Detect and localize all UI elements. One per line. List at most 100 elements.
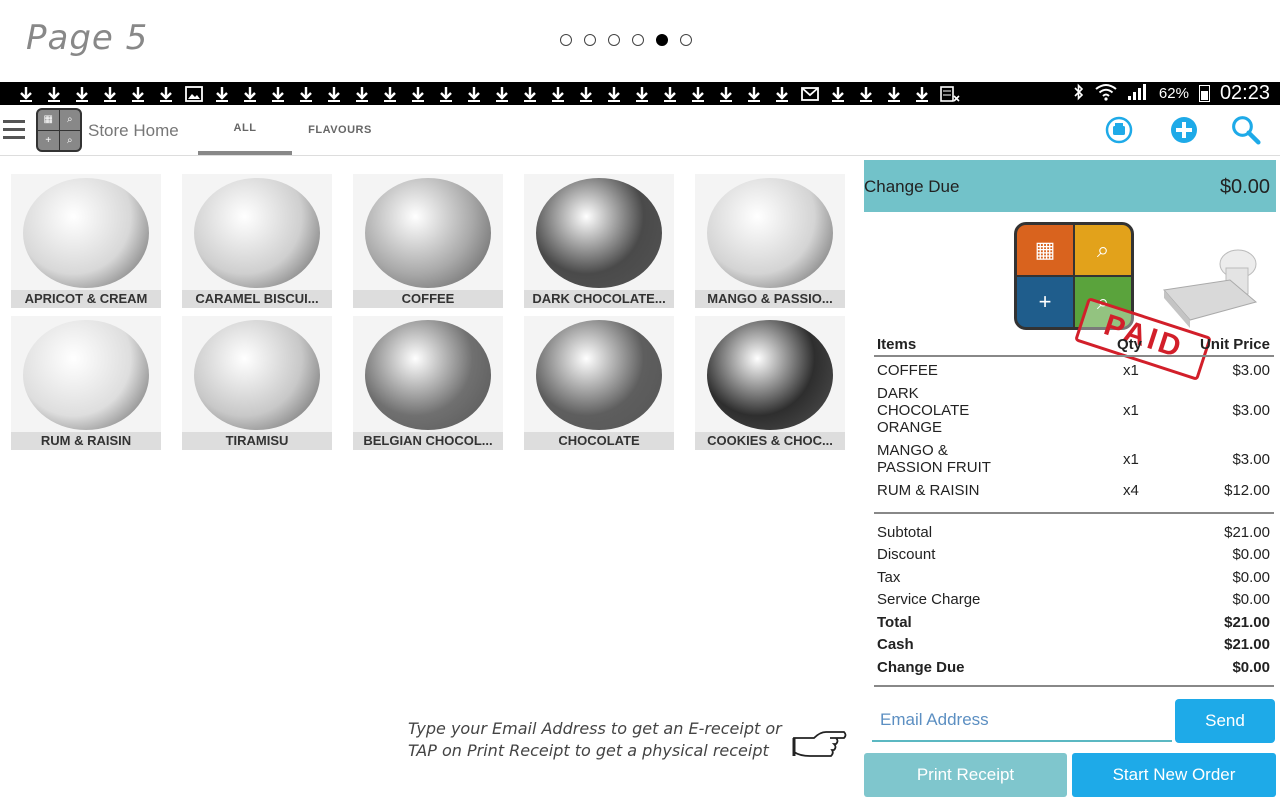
product-tile[interactable]: CARAMEL BISCUI... (182, 174, 332, 308)
item-qty: x1 (1123, 450, 1139, 468)
summary-row: Subtotal $21.00 (874, 521, 1274, 544)
download-icon (96, 82, 124, 105)
download-icon (40, 82, 68, 105)
download-icon (292, 82, 320, 105)
ice-cream-image (536, 320, 662, 430)
receipt-line-item: COFFEE x1 $3.00 (874, 359, 1274, 382)
summary-row: Service Charge $0.00 (874, 589, 1274, 612)
summary-value: $0.00 (1232, 568, 1270, 586)
rubber-stamp-icon (1160, 240, 1270, 330)
download-icon (432, 82, 460, 105)
product-tile[interactable]: DARK CHOCOLATE... (524, 174, 674, 308)
tab-all[interactable]: ALL (198, 105, 292, 155)
email-input[interactable] (872, 700, 1172, 742)
clock: 02:23 (1219, 82, 1270, 104)
calculator-icon: ▦ (38, 110, 59, 130)
download-icon (740, 82, 768, 105)
summary-label: Tax (877, 568, 901, 586)
page-dot[interactable] (560, 34, 572, 46)
ice-cream-image (365, 178, 491, 288)
change-due-label: Change Due (864, 177, 960, 196)
page-dot[interactable] (680, 34, 692, 46)
product-label: RUM & RAISIN (11, 432, 161, 450)
ice-cream-image (194, 320, 320, 430)
item-qty: x1 (1123, 362, 1139, 379)
summary-row: Total $21.00 (874, 611, 1274, 634)
summary-value: $0.00 (1232, 591, 1270, 609)
download-icon (600, 82, 628, 105)
gmail-icon (796, 82, 824, 105)
app-logo[interactable]: ▦ ⌕ + ⌕ (36, 108, 82, 152)
register-icon[interactable] (1104, 115, 1134, 145)
receipt-header: Items Qty Unit Price (874, 330, 1274, 357)
download-icon (124, 82, 152, 105)
item-price: $3.00 (1232, 450, 1270, 468)
product-tile[interactable]: TIRAMISU (182, 316, 332, 450)
page-dot[interactable] (656, 34, 668, 46)
download-icon (880, 82, 908, 105)
product-tile[interactable]: COOKIES & CHOC... (695, 316, 845, 450)
summary-row: Change Due $0.00 (874, 656, 1274, 679)
start-new-order-button[interactable]: Start New Order (1072, 753, 1276, 797)
download-icon (852, 82, 880, 105)
page-title: Page 5 (26, 18, 149, 58)
app-bar: ▦ ⌕ + ⌕ Store Home ALL FLAVOURS (0, 105, 1280, 156)
item-price: $12.00 (1224, 482, 1270, 499)
menu-icon[interactable] (3, 120, 25, 144)
download-icon (404, 82, 432, 105)
page-dot[interactable] (584, 34, 596, 46)
page-dot[interactable] (632, 34, 644, 46)
change-due-value: $0.00 (1219, 176, 1270, 198)
report-icon: ⌕ (1075, 225, 1131, 275)
print-receipt-button[interactable]: Print Receipt (864, 753, 1067, 797)
receipt: Items Qty Unit Price COFFEE x1 $3.00 DARK C… (874, 330, 1274, 687)
add-icon[interactable] (1169, 115, 1199, 145)
product-tile[interactable]: MANGO & PASSIO... (695, 174, 845, 308)
image-icon (180, 82, 208, 105)
product-tile[interactable]: CHOCOLATE (524, 316, 674, 450)
product-label: TIRAMISU (182, 432, 332, 450)
product-tile[interactable]: RUM & RAISIN (11, 316, 161, 450)
ice-cream-image (194, 178, 320, 288)
receipt-line-item: RUM & RAISIN x4 $12.00 (874, 479, 1274, 502)
tab-flavours[interactable]: FLAVOURS (292, 105, 388, 155)
product-tile[interactable]: APRICOT & CREAM (11, 174, 161, 308)
summary-value: $21.00 (1224, 613, 1270, 631)
download-icon (460, 82, 488, 105)
search-icon[interactable] (1231, 115, 1261, 145)
item-name: COFFEE (877, 362, 938, 379)
summary-label: Cash (877, 636, 914, 654)
summary-value: $21.00 (1224, 636, 1270, 654)
product-tile[interactable]: BELGIAN CHOCOL... (353, 316, 503, 450)
product-label: CARAMEL BISCUI... (182, 290, 332, 308)
download-icon (768, 82, 796, 105)
receipt-hint: Type your Email Address to get an E-rece… (408, 718, 798, 762)
summary-row: Discount $0.00 (874, 544, 1274, 567)
summary-label: Discount (877, 546, 936, 564)
item-price: $3.00 (1232, 402, 1270, 419)
product-tile[interactable]: COFFEE (353, 174, 503, 308)
receipt-items: COFFEE x1 $3.00 DARK CHOCOLATE ORANGE x1 $3.0… (874, 359, 1274, 502)
summary-value: $0.00 (1232, 658, 1270, 676)
store-home-link[interactable]: Store Home (88, 121, 179, 141)
report-icon: ⌕ (59, 110, 80, 130)
summary-label: Change Due (877, 658, 965, 676)
send-button[interactable]: Send (1175, 699, 1275, 743)
download-icon (516, 82, 544, 105)
summary-value: $0.00 (1232, 546, 1270, 564)
wifi-icon (1095, 83, 1117, 105)
price-header: Unit Price (1199, 336, 1270, 353)
ice-cream-image (707, 320, 833, 430)
download-icon (908, 82, 936, 105)
item-name: RUM & RAISIN (877, 482, 980, 499)
download-icon (152, 82, 180, 105)
sheet-icon (936, 82, 964, 105)
ice-cream-image (707, 178, 833, 288)
receipt-line-item: DARK CHOCOLATE ORANGE x1 $3.00 (874, 382, 1274, 439)
page-indicator (560, 34, 692, 46)
add-user-icon: + (38, 130, 59, 150)
pointing-hand-icon (790, 722, 848, 766)
download-icon (628, 82, 656, 105)
ice-cream-image (536, 178, 662, 288)
page-dot[interactable] (608, 34, 620, 46)
